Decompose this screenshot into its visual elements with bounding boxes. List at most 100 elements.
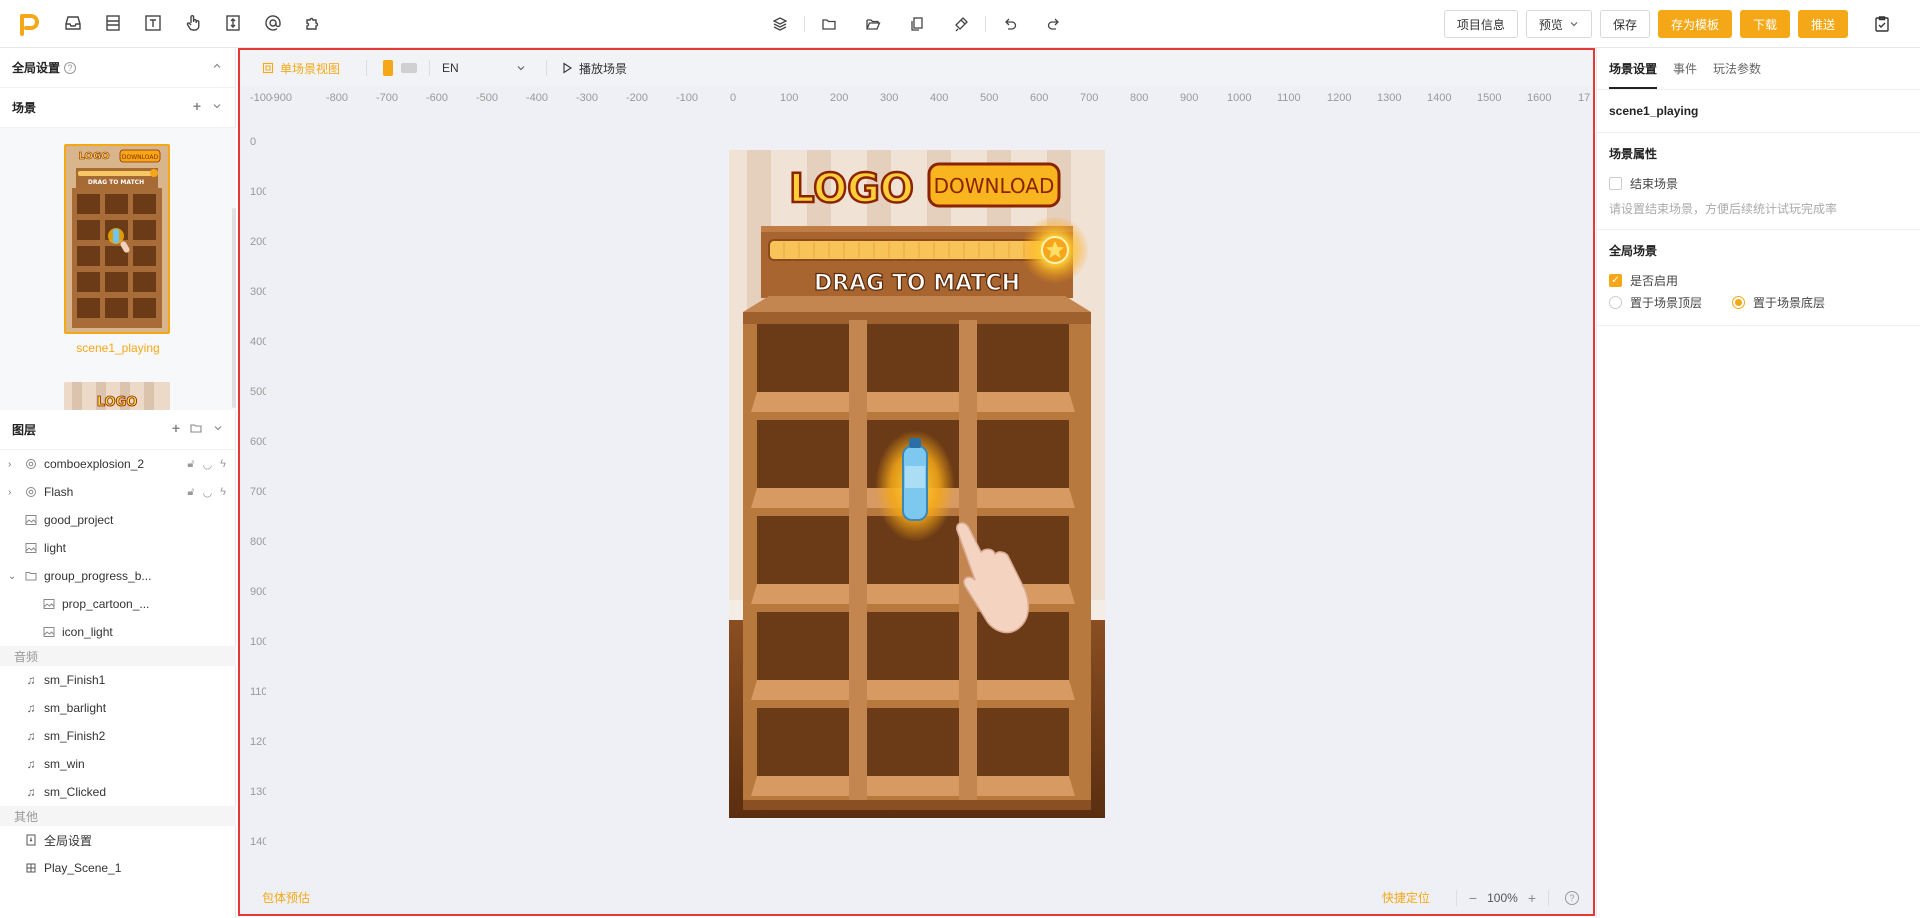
audio-name: sm_barlight (44, 701, 107, 715)
ruler-x-label: 300 (880, 92, 899, 104)
at-icon[interactable] (262, 12, 284, 34)
package-estimate-link[interactable]: 包体预估 (262, 889, 310, 906)
stage-download-text: DOWNLOAD (934, 174, 1055, 198)
inbox-icon[interactable] (62, 12, 84, 34)
folder-open-icon[interactable] (862, 13, 884, 35)
audio-item[interactable]: ♫ sm_Clicked (0, 778, 236, 806)
paint-icon[interactable] (950, 13, 972, 35)
layer-item[interactable]: › Flash 🔓︎ ◡ ϟ (0, 478, 236, 506)
portrait-device-icon[interactable] (383, 60, 394, 76)
tab-scene-settings[interactable]: 场景设置 (1609, 60, 1658, 89)
push-button[interactable]: 推送 (1797, 10, 1848, 38)
other-item-play-scene[interactable]: Play_Scene_1 (0, 854, 236, 882)
audio-item[interactable]: ♫ sm_barlight (0, 694, 236, 722)
add-layer-icon[interactable]: + (172, 421, 180, 435)
text-icon[interactable] (142, 12, 164, 34)
audio-item[interactable]: ♫ sm_Finish2 (0, 722, 236, 750)
add-scene-icon[interactable]: + (193, 99, 201, 113)
play-scene-button[interactable]: 播放场景 (561, 60, 627, 77)
expand-caret-icon[interactable]: › (8, 459, 20, 470)
help-icon[interactable]: ? (64, 61, 77, 74)
radio-bottom-layer[interactable]: 置于场景底层 (1732, 291, 1825, 313)
single-scene-view-toggle[interactable]: 单场景视图 (262, 60, 340, 77)
layer-item[interactable]: icon_light (0, 618, 236, 646)
help-icon[interactable]: ? (1565, 890, 1579, 905)
visibility-icon[interactable]: ◡ (203, 486, 213, 499)
ruler-y-label: 0 (250, 136, 257, 148)
chevron-down-icon[interactable] (211, 100, 223, 112)
other-item-global-settings[interactable]: 全局设置 (0, 826, 236, 854)
audio-name: sm_Finish1 (44, 673, 106, 687)
chevron-up-icon[interactable] (211, 60, 223, 72)
scene-thumbnail-scene1-playing[interactable]: LOGO DOWNLOAD DRAG TO MATCH (64, 144, 170, 334)
layer-item[interactable]: light (0, 534, 236, 562)
ruler-x-label: 17 (1578, 92, 1591, 104)
lock-icon[interactable]: 🔓︎ (187, 486, 194, 499)
tab-gameplay-params[interactable]: 玩法参数 (1713, 60, 1761, 89)
quick-locate-link[interactable]: 快捷定位 (1382, 889, 1430, 906)
toolbar-divider (1548, 889, 1549, 906)
stage-artwork: LOGO DOWNLOAD DRAG TO MATCH (729, 150, 1105, 818)
canvas-area[interactable]: 单场景视图 EN 播放场景 -100 -900 -800 -700 -600 -… (238, 48, 1595, 916)
save-button[interactable]: 保存 (1599, 10, 1650, 38)
layer-item[interactable]: good_project (0, 506, 236, 534)
language-select[interactable]: EN (442, 61, 526, 75)
thumb-download-text: DOWNLOAD (122, 154, 159, 161)
image-icon (42, 625, 56, 639)
layer-item[interactable]: ⌄ group_progress_b... (0, 562, 236, 590)
checkbox-box[interactable] (1609, 176, 1622, 190)
ruler-x-label: 1000 (1227, 92, 1252, 104)
folder-icon[interactable] (818, 13, 840, 35)
enabled-checkbox[interactable]: ✓ 是否启用 (1609, 269, 1908, 291)
bolt-icon[interactable]: ϟ (220, 486, 226, 499)
radio-button-selected[interactable] (1732, 295, 1746, 309)
bolt-icon[interactable]: ϟ (220, 458, 226, 471)
layers-icon[interactable] (769, 13, 791, 35)
layers-title: 图层 (12, 423, 37, 437)
preview-dropdown[interactable]: 预览 (1525, 10, 1592, 38)
end-scene-checkbox[interactable]: 结束场景 (1609, 172, 1908, 194)
audio-item[interactable]: ♫ sm_Finish1 (0, 666, 236, 694)
device-toggle[interactable] (383, 60, 418, 76)
landscape-device-icon[interactable] (401, 63, 418, 73)
chevron-down-icon[interactable] (212, 422, 224, 434)
lock-icon[interactable]: 🔓︎ (187, 458, 194, 471)
project-info-button[interactable]: 项目信息 (1443, 10, 1518, 38)
zoom-out-icon[interactable]: − (1469, 890, 1477, 906)
zoom-in-icon[interactable]: + (1528, 890, 1536, 906)
pointer-icon[interactable] (182, 12, 204, 34)
download-button[interactable]: 下载 (1739, 10, 1790, 38)
copy-icon[interactable] (906, 13, 928, 35)
toolbar-divider (804, 16, 805, 32)
expand-caret-icon[interactable]: › (8, 487, 20, 498)
undo-icon[interactable] (999, 13, 1021, 35)
scene-stage[interactable]: LOGO DOWNLOAD DRAG TO MATCH (729, 150, 1105, 818)
plugin-icon[interactable] (302, 12, 324, 34)
app-logo[interactable] (18, 12, 40, 36)
save-template-button[interactable]: 存为模板 (1657, 10, 1732, 38)
play-scene-label: 播放场景 (579, 61, 628, 76)
horizontal-ruler: -100 -900 -800 -700 -600 -500 -400 -300 … (240, 86, 1593, 108)
sort-icon[interactable] (222, 12, 244, 34)
check-icon[interactable]: ✓ (1609, 273, 1622, 287)
expand-caret-icon[interactable]: ⌄ (8, 571, 20, 582)
radio-top-layer[interactable]: 置于场景顶层 (1609, 291, 1702, 313)
end-scene-hint: 请设置结束场景，方便后续统计试玩完成率 (1609, 202, 1838, 216)
audio-item[interactable]: ♫ sm_win (0, 750, 236, 778)
scene-thumbnail-2[interactable]: LOGO (64, 382, 170, 410)
tab-events[interactable]: 事件 (1673, 60, 1697, 89)
visibility-icon[interactable]: ◡ (203, 458, 213, 471)
layer-item[interactable]: › comboexplosion_2 🔓︎ ◡ ϟ (0, 450, 236, 478)
redo-icon[interactable] (1043, 13, 1065, 35)
layout-icon[interactable] (102, 12, 124, 34)
layer-item[interactable]: prop_cartoon_... (0, 590, 236, 618)
radio-button[interactable] (1609, 295, 1622, 309)
other-group-label: 其他 (0, 806, 236, 826)
scene-label[interactable]: scene1_playing (0, 341, 236, 355)
music-note-icon: ♫ (26, 729, 36, 743)
scene-list-scrollbar[interactable] (232, 208, 236, 408)
checklist-icon[interactable] (1868, 10, 1896, 38)
ruler-x-label: 1600 (1527, 92, 1552, 104)
new-folder-icon[interactable] (190, 422, 202, 434)
global-settings-header[interactable]: 全局设置 ? (0, 48, 235, 88)
